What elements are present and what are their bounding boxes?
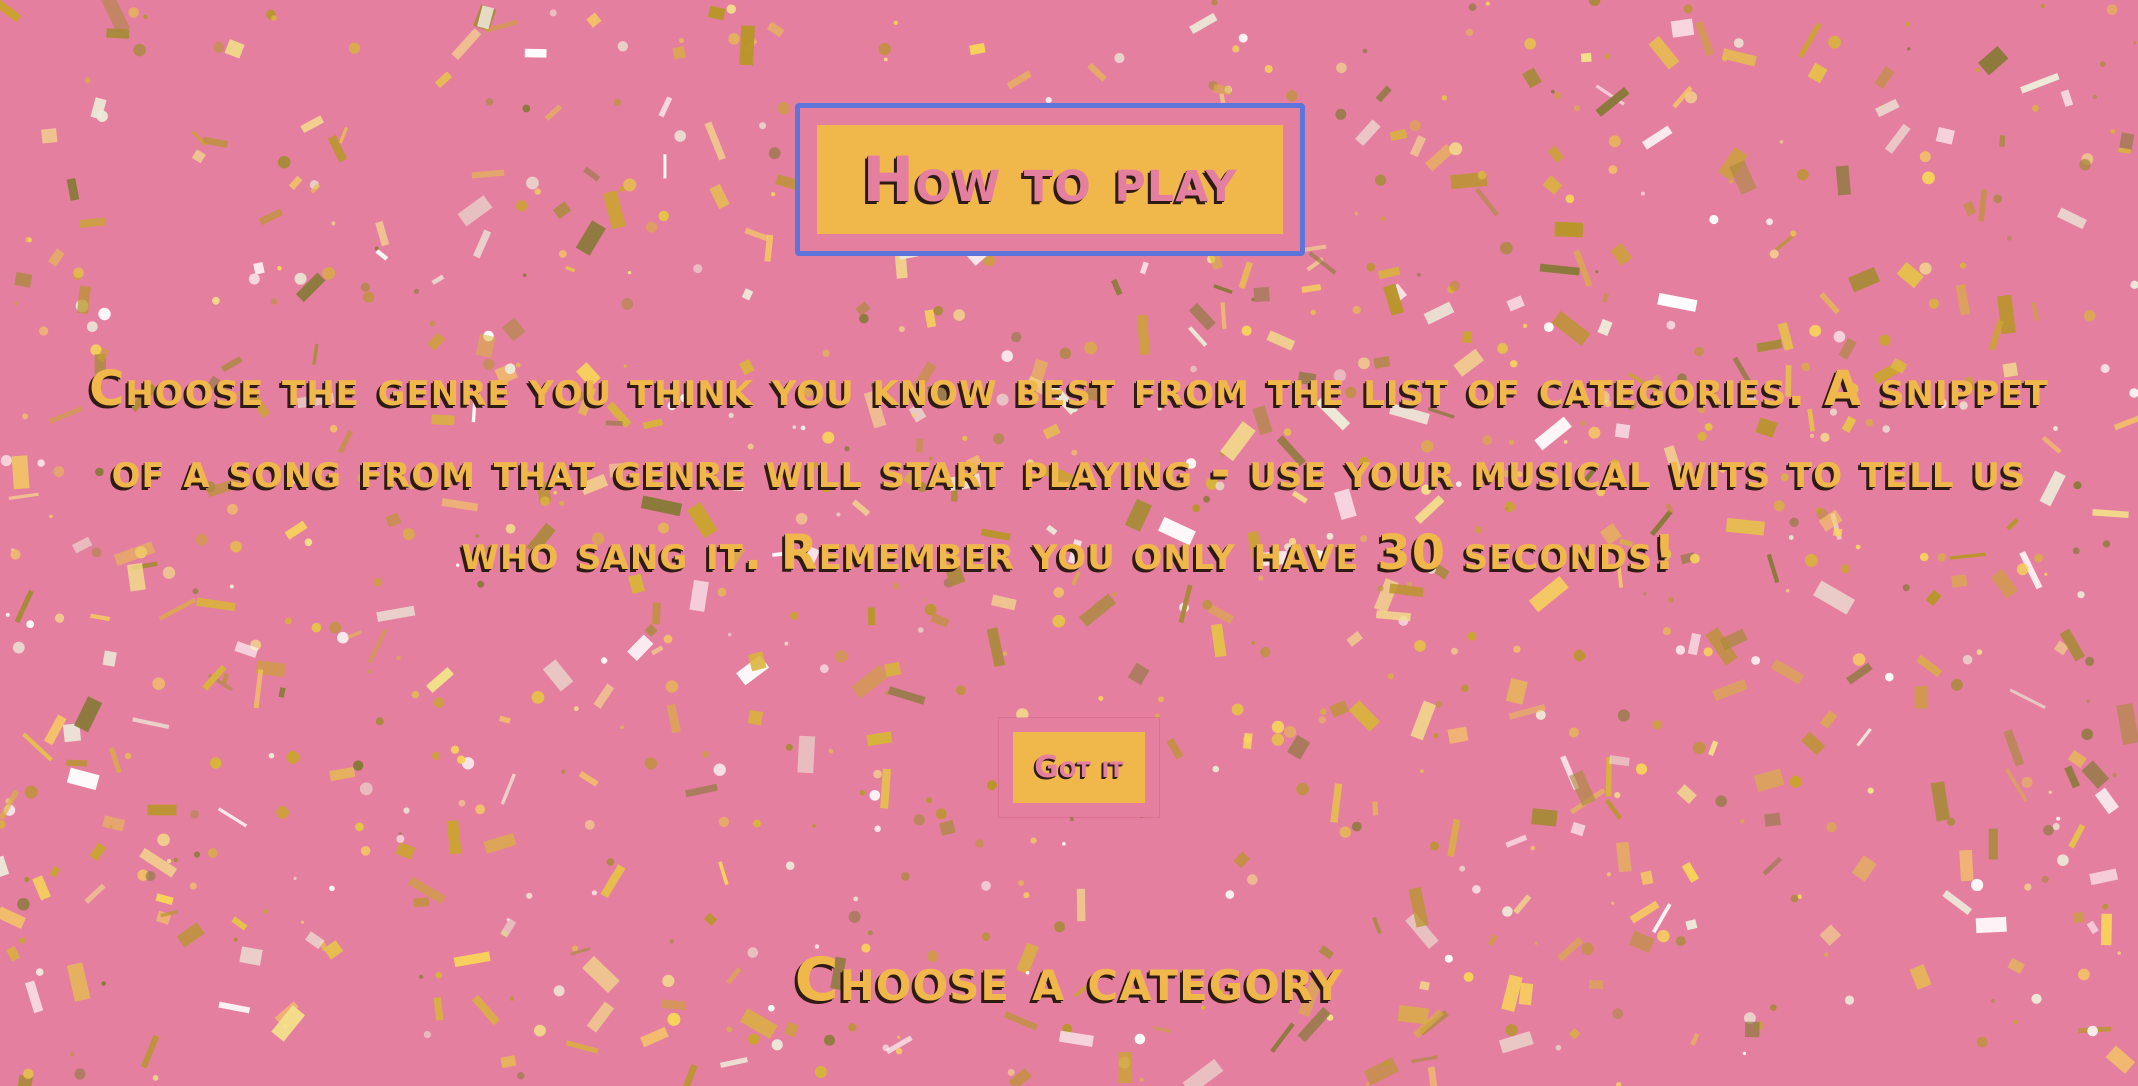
how-to-play-title: How to play bbox=[862, 143, 1238, 216]
got-it-button[interactable]: Got it bbox=[999, 718, 1159, 817]
instructions-text: Choose the genre you think you know best… bbox=[89, 361, 2049, 581]
got-it-button-face[interactable]: Got it bbox=[1013, 732, 1145, 803]
how-to-play-title-frame: How to play bbox=[795, 103, 1305, 256]
choose-category-heading: Choose a category bbox=[794, 945, 1344, 1015]
how-to-play-title-box: How to play bbox=[817, 125, 1283, 234]
game-screen: How to play Choose the genre you think y… bbox=[0, 0, 2138, 1086]
got-it-label: Got it bbox=[1034, 750, 1124, 785]
